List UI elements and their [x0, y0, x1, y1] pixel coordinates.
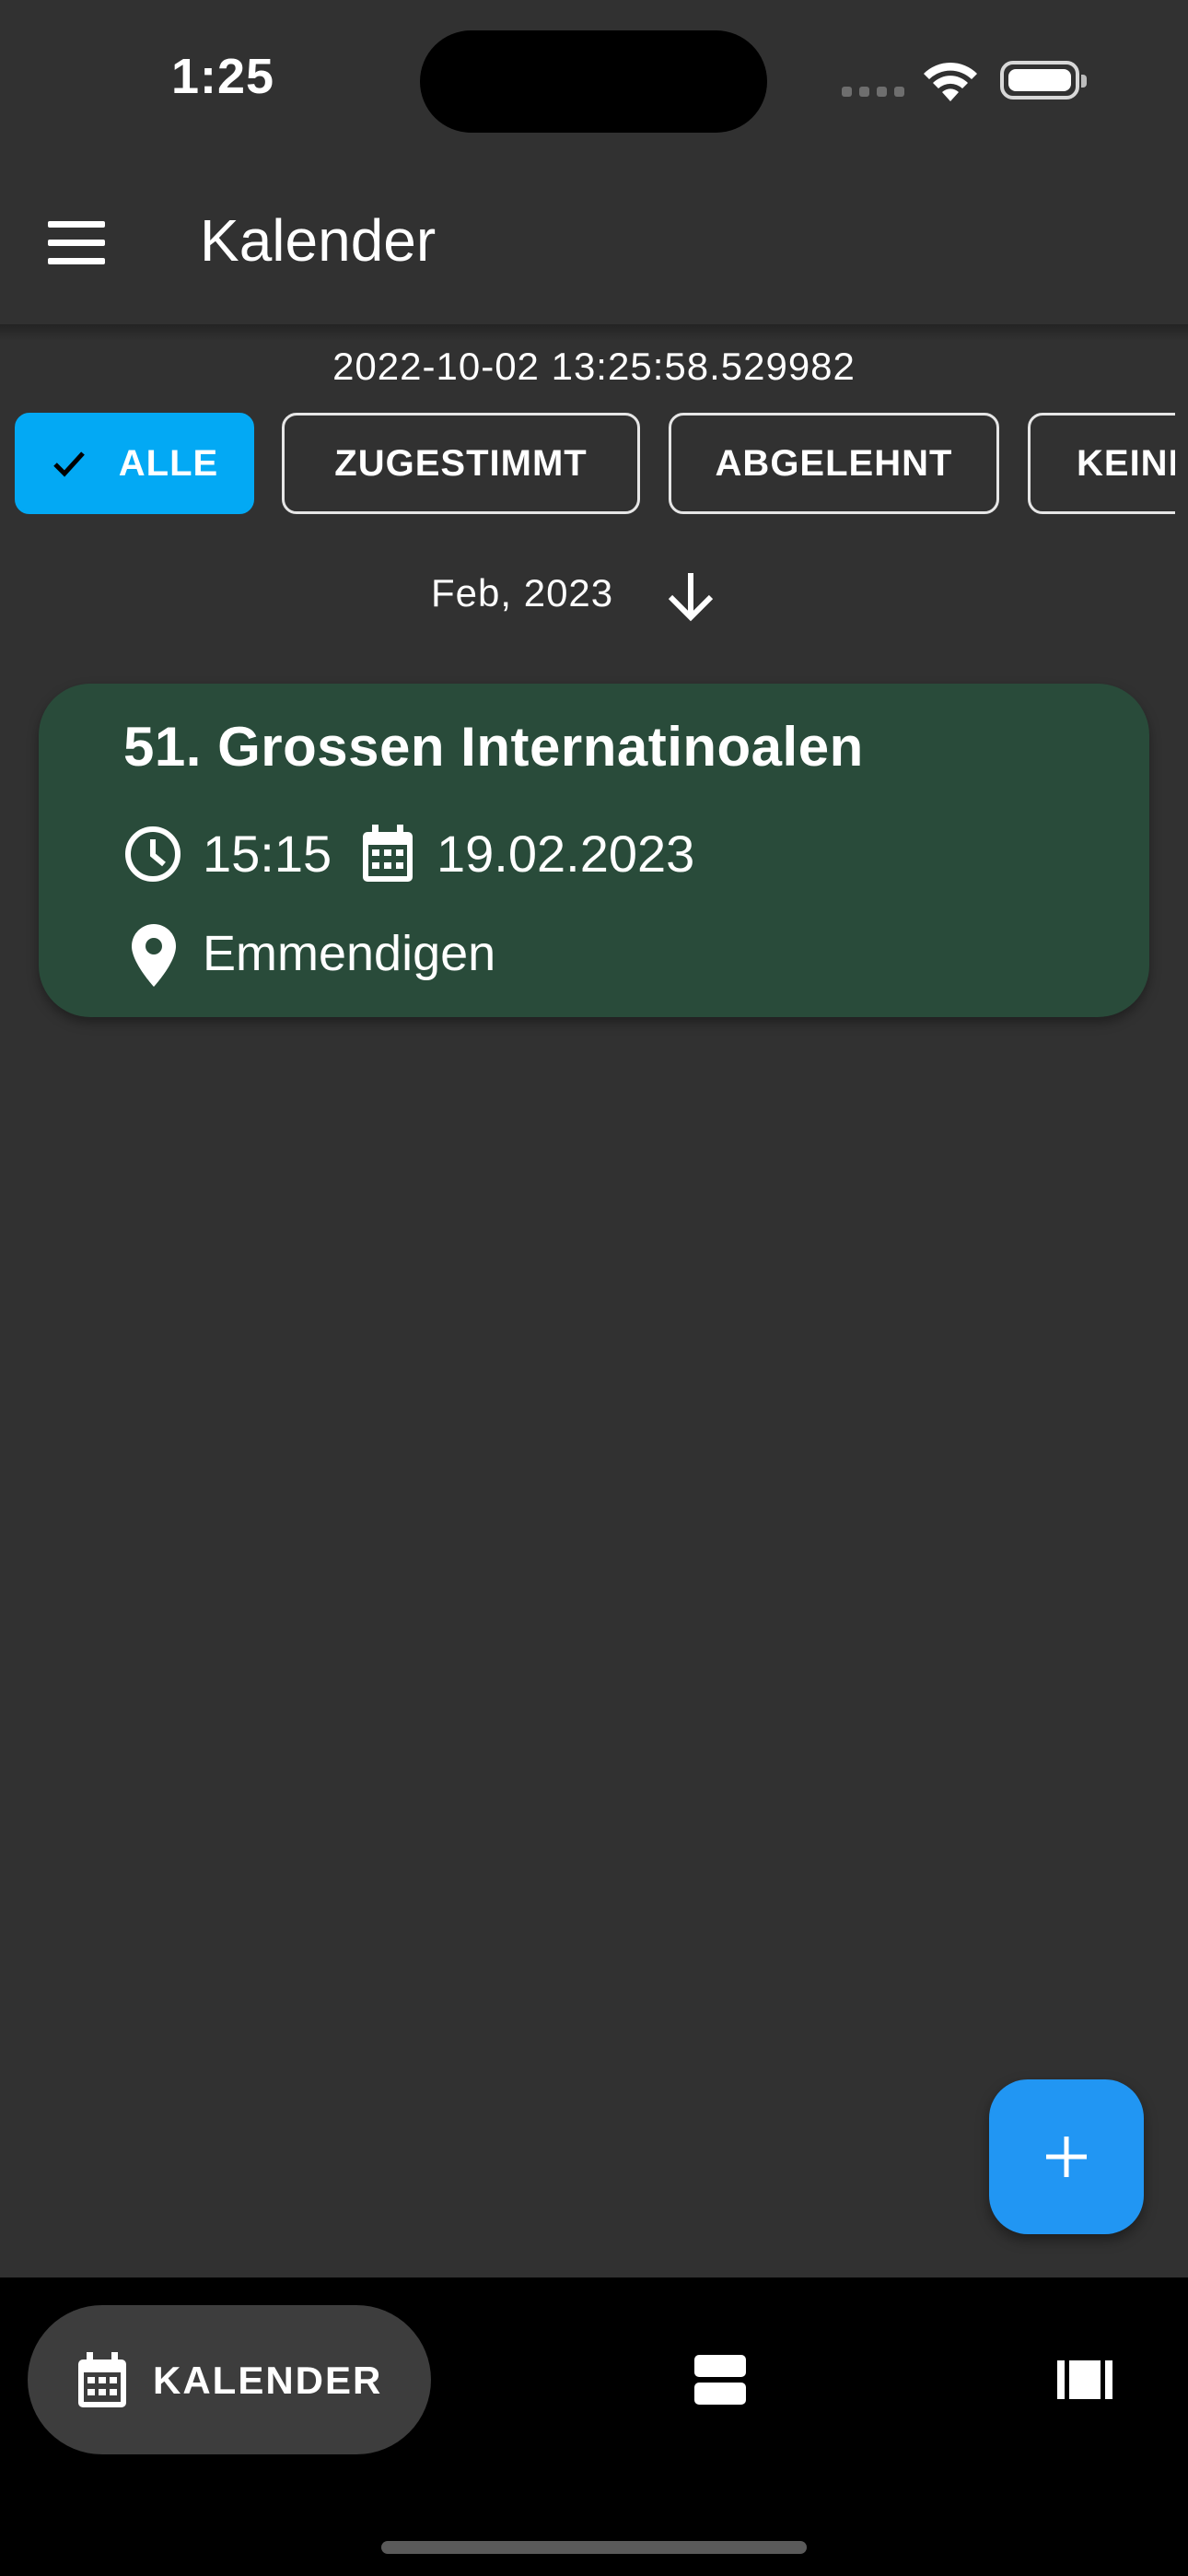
columns-icon[interactable]	[1057, 2360, 1112, 2399]
arrow-down-icon[interactable]	[663, 568, 718, 625]
filter-chip-zugestimmt[interactable]: ZUGESTIMMT	[282, 413, 640, 514]
filter-chip-label: ABGELEHNT	[715, 442, 953, 484]
app-bar-shadow	[0, 324, 1188, 341]
filter-chip-keine[interactable]: KEINE	[1028, 413, 1175, 514]
event-title: 51. Grossen Internatinoalen	[123, 716, 864, 778]
list-icon[interactable]	[693, 2353, 748, 2406]
calendar-icon	[363, 825, 413, 882]
month-header: Feb, 2023	[431, 571, 614, 615]
plus-icon	[1046, 2137, 1087, 2177]
add-event-button[interactable]	[989, 2079, 1144, 2234]
home-indicator[interactable]	[381, 2541, 807, 2554]
menu-icon[interactable]	[48, 221, 105, 264]
nav-item-label: KALENDER	[153, 2359, 383, 2402]
event-location: Emmendigen	[203, 926, 496, 981]
calendar-icon	[78, 2352, 126, 2407]
location-pin-icon	[132, 924, 176, 987]
event-date: 19.02.2023	[437, 825, 695, 883]
app-bar	[0, 184, 1188, 332]
filter-chip-row: ALLE ZUGESTIMMT ABGELEHNT KEINE	[0, 411, 1175, 520]
filter-chip-label: ZUGESTIMMT	[334, 442, 588, 484]
clock-icon	[125, 826, 181, 882]
check-icon	[53, 451, 85, 477]
filter-chip-label: KEINE	[1077, 442, 1175, 484]
timestamp-text: 2022-10-02 13:25:58.529982	[332, 345, 856, 388]
dynamic-island	[420, 30, 767, 133]
event-time: 15:15	[203, 825, 332, 883]
page-title: Kalender	[200, 207, 437, 274]
filter-chip-abgelehnt[interactable]: ABGELEHNT	[669, 413, 999, 514]
wifi-icon	[924, 62, 977, 101]
filter-chip-alle[interactable]: ALLE	[15, 413, 254, 514]
filter-chip-label: ALLE	[118, 442, 219, 484]
cellular-signal-icon	[842, 87, 904, 98]
battery-icon	[1000, 61, 1087, 100]
status-time: 1:25	[170, 49, 275, 104]
